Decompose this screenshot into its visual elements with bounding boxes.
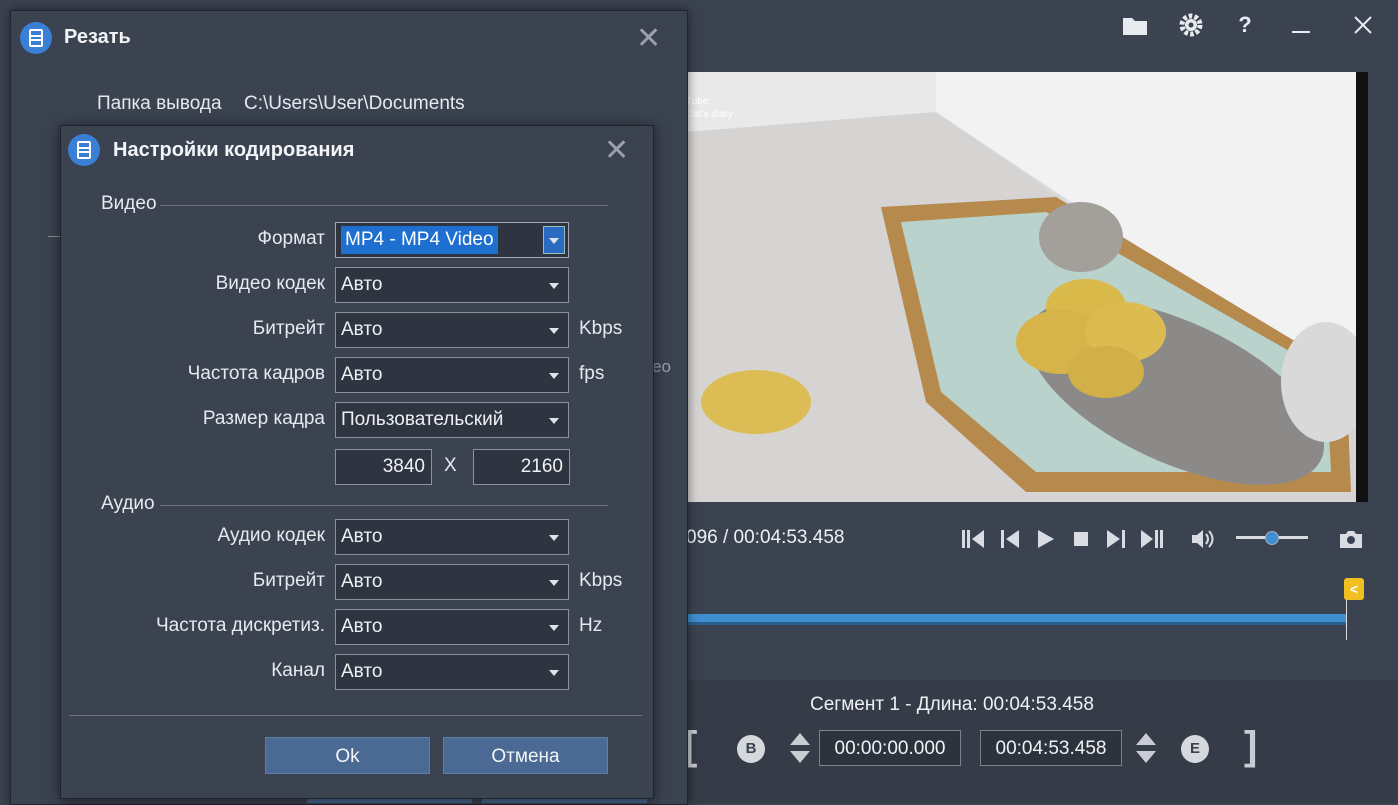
stop-icon[interactable]: [1066, 525, 1096, 553]
audio-codec-label: Аудио кодек: [217, 525, 325, 546]
ok-button[interactable]: Ok: [265, 737, 430, 774]
format-dropdown-button[interactable]: [543, 226, 565, 254]
button-divider: [69, 715, 642, 716]
cut-window-close-icon[interactable]: ✕: [636, 24, 661, 54]
framesize-select[interactable]: Пользовательский: [335, 402, 569, 438]
prev-frame-icon[interactable]: [995, 525, 1025, 553]
gear-icon[interactable]: [1176, 10, 1206, 40]
segment-length-label: Сегмент 1 - Длина: 00:04:53.458: [810, 694, 1094, 715]
video-bitrate-value: Авто: [341, 319, 383, 340]
framerate-value: Авто: [341, 364, 383, 385]
frame-height-input[interactable]: 2160: [473, 449, 570, 485]
audio-section-title: Аудио: [101, 493, 155, 514]
output-folder-label: Папка вывода: [97, 93, 222, 114]
close-icon[interactable]: [1348, 10, 1378, 40]
channel-label: Канал: [271, 660, 325, 681]
chevron-down-icon: [549, 535, 559, 541]
chevron-down-icon: [549, 283, 559, 289]
video-bitrate-select[interactable]: Авто: [335, 312, 569, 348]
samplerate-value: Авто: [341, 616, 383, 637]
audio-bitrate-value: Авто: [341, 571, 383, 592]
audio-bitrate-label: Битрейт: [252, 570, 325, 591]
play-icon[interactable]: [1030, 525, 1060, 553]
volume-icon[interactable]: [1188, 525, 1218, 553]
channel-select[interactable]: Авто: [335, 654, 569, 690]
video-codec-select[interactable]: Авто: [335, 267, 569, 303]
minimize-icon[interactable]: [1286, 10, 1316, 40]
time-readout: 096 / 00:04:53.458: [686, 527, 845, 548]
end-bracket-icon: ]: [1244, 724, 1258, 768]
channel-value: Авто: [341, 661, 383, 682]
framerate-label: Частота кадров: [187, 363, 325, 384]
video-section-title: Видео: [101, 193, 157, 214]
chevron-down-icon: [549, 418, 559, 424]
end-time-spinner[interactable]: [1134, 730, 1158, 766]
cut-window-partial-label: ео: [652, 357, 671, 376]
framesize-label: Размер кадра: [202, 408, 325, 429]
audio-section-divider: [160, 505, 608, 506]
end-marker-flag[interactable]: <: [1344, 578, 1364, 600]
video-letterbox: [1356, 72, 1368, 502]
snapshot-icon[interactable]: [1336, 525, 1366, 553]
audio-codec-value: Авто: [341, 526, 383, 547]
next-segment-icon[interactable]: [1137, 525, 1167, 553]
chevron-down-icon: [549, 670, 559, 676]
chevron-down-icon: [549, 328, 559, 334]
audio-codec-select[interactable]: Авто: [335, 519, 569, 555]
cut-window-title: Резать: [64, 26, 131, 48]
output-folder-path[interactable]: C:\Users\User\Documents: [244, 93, 465, 115]
audio-bitrate-unit: Kbps: [579, 570, 623, 591]
video-section-divider: [160, 205, 608, 206]
app-logo-icon: [20, 22, 52, 54]
cancel-button[interactable]: Отмена: [443, 737, 608, 774]
video-bitrate-label: Битрейт: [252, 318, 325, 339]
end-time-field[interactable]: 00:04:53.458: [980, 730, 1122, 766]
volume-slider-handle[interactable]: [1265, 531, 1279, 545]
start-time-field[interactable]: 00:00:00.000: [819, 730, 961, 766]
encoding-dialog-close-icon[interactable]: ✕: [604, 136, 629, 166]
framerate-unit: fps: [579, 363, 605, 384]
video-bitrate-unit: Kbps: [579, 318, 623, 339]
app-logo-icon: [68, 134, 100, 166]
frame-width-input[interactable]: 3840: [335, 449, 432, 485]
framesize-value: Пользовательский: [341, 409, 504, 430]
video-codec-label: Видео кодек: [215, 273, 325, 294]
video-watermark-1: Tube: [686, 96, 709, 107]
set-begin-button[interactable]: B: [737, 735, 765, 763]
format-select-value: MP4 - MP4 Video: [341, 226, 498, 254]
help-icon[interactable]: ?: [1230, 10, 1260, 40]
video-watermark-2: Cat's diary: [686, 109, 733, 120]
prev-segment-icon[interactable]: [958, 525, 988, 553]
samplerate-unit: Hz: [579, 615, 603, 636]
video-preview: [686, 72, 1356, 502]
encoding-dialog-title: Настройки кодирования: [113, 139, 355, 161]
set-end-button[interactable]: E: [1181, 735, 1209, 763]
next-frame-icon[interactable]: [1101, 525, 1131, 553]
format-select[interactable]: MP4 - MP4 Video: [335, 222, 569, 258]
format-label: Формат: [257, 228, 326, 249]
start-time-spinner[interactable]: [788, 730, 812, 766]
audio-bitrate-select[interactable]: Авто: [335, 564, 569, 600]
timeline-track[interactable]: [686, 614, 1346, 622]
chevron-down-icon: [549, 580, 559, 586]
chevron-down-icon: [549, 625, 559, 631]
timeline-track-shadow: [686, 622, 1346, 625]
samplerate-label: Частота дискретиз.: [155, 615, 325, 636]
framerate-select[interactable]: Авто: [335, 357, 569, 393]
size-separator: X: [444, 455, 457, 476]
chevron-down-icon: [549, 373, 559, 379]
samplerate-select[interactable]: Авто: [335, 609, 569, 645]
video-codec-value: Авто: [341, 274, 383, 295]
folder-icon[interactable]: [1120, 10, 1150, 40]
